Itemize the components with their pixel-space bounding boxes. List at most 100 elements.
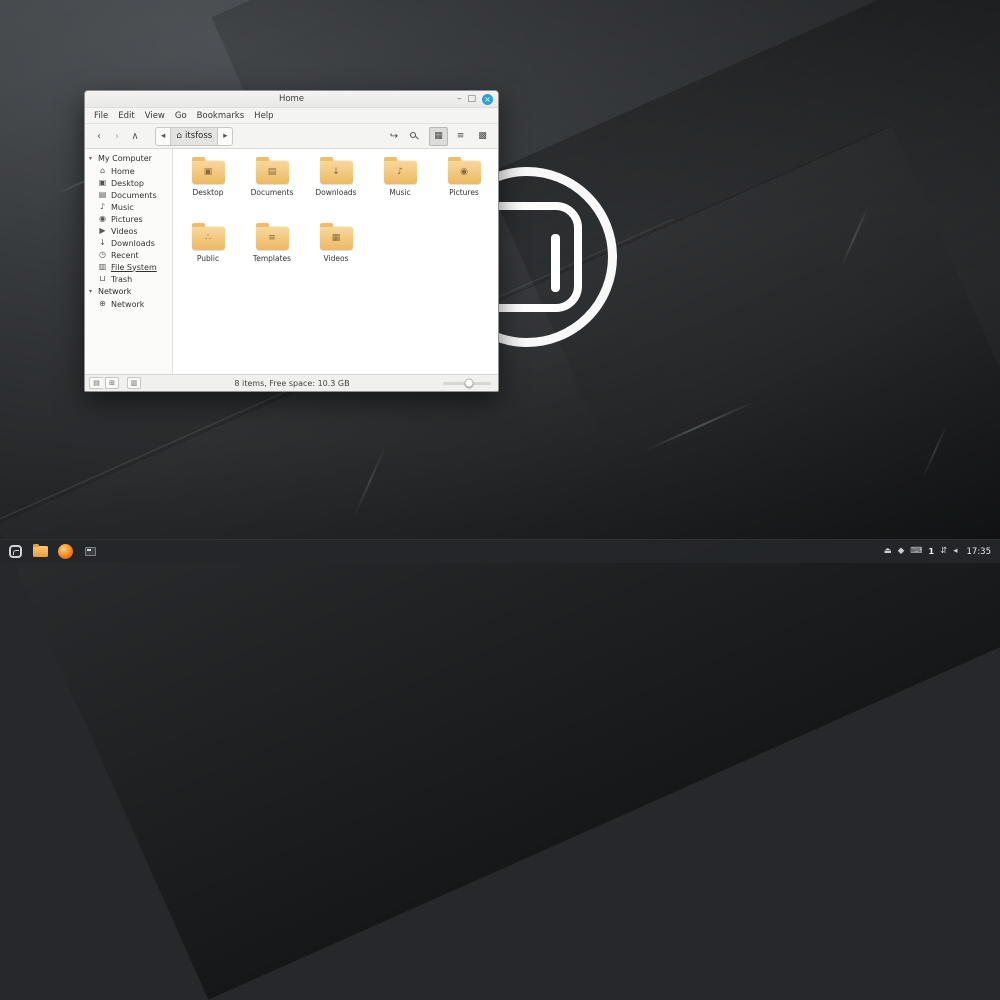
folder-templates[interactable]: ≡ Templates	[240, 221, 304, 287]
sidebar: ▾ My Computer ⌂ Home ▣ Desktop ▤ Documen…	[85, 149, 173, 374]
taskbar: ⏏ ◆ ⌨ 1 ⇵ ◂ 17:35	[0, 539, 1000, 563]
maximize-button[interactable]: □	[467, 95, 476, 104]
folder-label: Videos	[324, 254, 349, 263]
pictures-emblem-icon: ◉	[448, 160, 481, 184]
home-icon: ⌂	[176, 131, 182, 141]
forward-button[interactable]: ›	[109, 128, 125, 144]
path-bar: ◂ ⌂ itsfoss ▸	[155, 127, 233, 146]
sidebar-item-label: Music	[111, 203, 134, 212]
path-segment-label: itsfoss	[185, 131, 212, 141]
titlebar[interactable]: Home – □ ×	[85, 91, 498, 108]
sidebar-item-label: File System	[111, 263, 157, 272]
menu-help[interactable]: Help	[249, 111, 278, 121]
menu-edit[interactable]: Edit	[113, 111, 139, 121]
sidebar-item-pictures[interactable]: ◉ Pictures	[85, 213, 172, 225]
sidebar-item-music[interactable]: ♪ Music	[85, 201, 172, 213]
goto-location-icon[interactable]: ↪	[385, 127, 403, 145]
path-scroll-right-button[interactable]: ▸	[218, 128, 232, 145]
zoom-slider-handle[interactable]	[465, 379, 474, 388]
sidebar-item-home[interactable]: ⌂ Home	[85, 165, 172, 177]
sidebar-item-trash[interactable]: ⊔ Trash	[85, 273, 172, 285]
list-view-button[interactable]: ≡	[451, 127, 470, 146]
sidebar-item-label: Documents	[111, 191, 157, 200]
window-content: ▾ My Computer ⌂ Home ▣ Desktop ▤ Documen…	[85, 149, 498, 374]
tree-pane-toggle-button[interactable]: ⊞	[105, 377, 119, 389]
linux-mint-logo-bar	[551, 234, 560, 292]
sidebar-section-label: My Computer	[98, 154, 152, 163]
network-traffic-icon[interactable]: ⇵	[940, 547, 947, 556]
compact-view-button[interactable]: ▩	[473, 127, 492, 146]
sidebar-item-downloads[interactable]: ↓ Downloads	[85, 237, 172, 249]
folder-desktop[interactable]: ▣ Desktop	[176, 155, 240, 221]
dual-pane-toggle-button[interactable]: ▥	[127, 377, 141, 389]
home-icon: ⌂	[98, 167, 107, 175]
recent-icon: ◷	[98, 251, 107, 259]
file-manager-window: Home – □ × File Edit View Go Bookmarks H…	[84, 90, 499, 392]
folder-icon: ▦	[320, 226, 353, 250]
close-button[interactable]: ×	[482, 94, 493, 105]
terminal-icon	[85, 547, 96, 556]
path-scroll-left-button[interactable]: ◂	[156, 128, 171, 145]
up-button[interactable]: ∧	[127, 128, 143, 144]
downloads-emblem-icon: ↓	[320, 160, 353, 184]
documents-emblem-icon: ▤	[256, 160, 289, 184]
file-manager-launcher[interactable]	[30, 542, 50, 562]
sidebar-section-my-computer[interactable]: ▾ My Computer	[85, 152, 172, 165]
sidebar-item-label: Network	[111, 300, 144, 309]
sidebar-item-label: Downloads	[111, 239, 155, 248]
music-icon: ♪	[98, 203, 107, 211]
volume-icon[interactable]: ◂	[953, 547, 957, 556]
folder-icon: ↓	[320, 160, 353, 184]
sidebar-item-desktop[interactable]: ▣ Desktop	[85, 177, 172, 189]
folder-label: Public	[197, 254, 219, 263]
update-count-badge[interactable]: 1	[929, 547, 935, 556]
music-emblem-icon: ♪	[384, 160, 417, 184]
sidebar-item-documents[interactable]: ▤ Documents	[85, 189, 172, 201]
templates-emblem-icon: ≡	[256, 226, 289, 250]
sidebar-item-label: Videos	[111, 227, 138, 236]
menu-view[interactable]: View	[140, 111, 170, 121]
folder-icon: ♪	[384, 160, 417, 184]
places-pane-toggle-button[interactable]: ▤	[89, 377, 103, 389]
folder-music[interactable]: ♪ Music	[368, 155, 432, 221]
minimize-button[interactable]: –	[457, 95, 462, 104]
sidebar-item-label: Recent	[111, 251, 139, 260]
sidebar-item-file-system[interactable]: ▥ File System	[85, 261, 172, 273]
sidebar-item-network[interactable]: ⊕ Network	[85, 298, 172, 310]
sidebar-section-network[interactable]: ▾ Network	[85, 285, 172, 298]
menu-bookmarks[interactable]: Bookmarks	[192, 111, 250, 121]
collapse-triangle-icon[interactable]: ▾	[89, 155, 95, 162]
folder-public[interactable]: ∴ Public	[176, 221, 240, 287]
trash-icon: ⊔	[98, 275, 107, 283]
removable-media-icon[interactable]: ⏏	[884, 547, 892, 556]
input-method-icon[interactable]: ⌨	[910, 547, 922, 556]
folder-label: Documents	[251, 188, 294, 197]
menubar: File Edit View Go Bookmarks Help	[85, 108, 498, 124]
mint-menu-button[interactable]	[5, 542, 25, 562]
sidebar-item-videos[interactable]: ▶ Videos	[85, 225, 172, 237]
videos-emblem-icon: ▦	[320, 226, 353, 250]
statusbar: ▤ ⊞ ▥ 8 items, Free space: 10.3 GB	[85, 374, 498, 391]
terminal-launcher[interactable]	[80, 542, 100, 562]
sidebar-item-recent[interactable]: ◷ Recent	[85, 249, 172, 261]
search-button[interactable]	[405, 127, 423, 145]
folder-videos[interactable]: ▦ Videos	[304, 221, 368, 287]
folder-icon	[33, 546, 48, 557]
downloads-icon: ↓	[98, 239, 107, 247]
folder-pictures[interactable]: ◉ Pictures	[432, 155, 496, 221]
menu-go[interactable]: Go	[170, 111, 192, 121]
folder-label: Templates	[253, 254, 291, 263]
collapse-triangle-icon[interactable]: ▾	[89, 288, 95, 295]
path-segment-itsfoss[interactable]: ⌂ itsfoss	[171, 128, 218, 145]
icon-view-button[interactable]: ▦	[429, 127, 448, 146]
window-title: Home	[85, 94, 498, 104]
back-button[interactable]: ‹	[91, 128, 107, 144]
menu-file[interactable]: File	[89, 111, 113, 121]
folder-label: Pictures	[449, 188, 479, 197]
firefox-launcher[interactable]	[55, 542, 75, 562]
folder-downloads[interactable]: ↓ Downloads	[304, 155, 368, 221]
folder-documents[interactable]: ▤ Documents	[240, 155, 304, 221]
zoom-slider[interactable]	[443, 382, 491, 385]
update-shield-icon[interactable]: ◆	[898, 547, 905, 556]
clock[interactable]: 17:35	[967, 547, 992, 557]
